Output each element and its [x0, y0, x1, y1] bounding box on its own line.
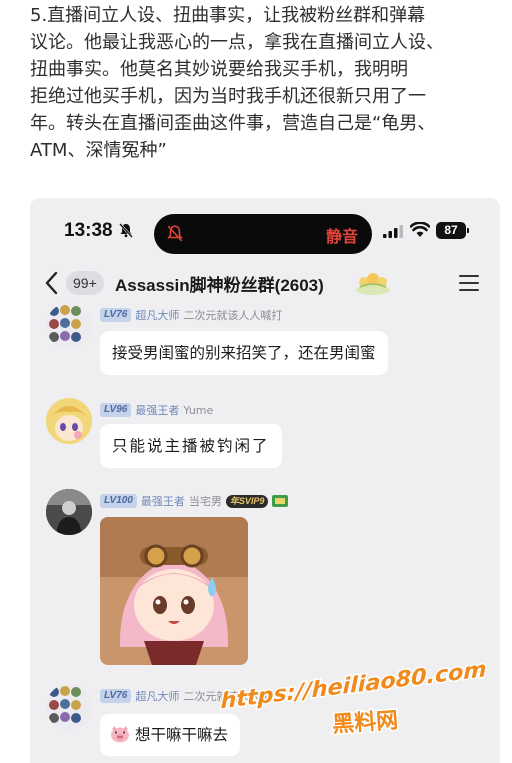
level-tag: LV76 — [100, 689, 132, 703]
avatar-badges-image — [49, 305, 81, 342]
unread-count-badge[interactable]: 99+ — [66, 271, 104, 295]
article-line: 议论。他最让我恶心的一点，拿我在直播间立人设、 — [30, 32, 444, 53]
sender-meta: LV96 最强王者 Yume — [100, 402, 213, 418]
message-text: 想干嘛干嘛去 — [134, 726, 228, 744]
back-arrow-icon[interactable] — [44, 270, 60, 296]
article-line: 拒绝过他买手机，因为当时我手机还很新只用了一 — [30, 86, 426, 107]
group-emblem-icon — [356, 273, 390, 295]
image-message[interactable] — [100, 517, 248, 665]
chat-header: 99+ Assassin脚神粉丝群(2603) — [30, 264, 500, 304]
pig-emoji-icon — [111, 726, 129, 743]
sender-meta: LV76 超凡大师 二次元就该人人喊打 — [100, 307, 282, 323]
article-line: 扭曲事实。他莫名其妙说要给我买手机，我明明 — [30, 59, 408, 80]
article-text: 5.直播间立人设、扭曲事实，让我被粉丝群和弹幕 议论。他最让我恶心的一点，拿我在… — [30, 2, 500, 164]
chat-message: LV96 最强王者 Yume 只能说主播被钓闲了 — [30, 398, 500, 478]
dynamic-island: 静音 — [154, 214, 372, 254]
avatar[interactable] — [46, 489, 92, 535]
status-bar: 13:38 静音 87 — [30, 198, 500, 264]
status-time: 13:38 — [64, 220, 113, 241]
message-bubble[interactable]: 想干嘛干嘛去 — [100, 714, 240, 756]
sender-nickname[interactable]: Yume — [183, 404, 213, 417]
avatar[interactable] — [46, 398, 92, 444]
article-line: 年。转头在直播间歪曲这件事，营造自己是“龟男、 — [30, 113, 436, 134]
avatar[interactable] — [46, 303, 92, 349]
chat-message: LV76 超凡大师 二次元就该人人喊打 接受男闺蜜的别来招笑了，还在男闺蜜 — [30, 303, 500, 383]
silent-bell-icon — [119, 223, 133, 238]
chat-message: LV100 最强王者 当宅男 年SVIP9 — [30, 489, 500, 674]
level-tag: LV100 — [100, 494, 137, 508]
svip-badge: 年SVIP9 — [225, 494, 269, 508]
signal-icon — [383, 225, 403, 238]
flag-badge-icon — [272, 495, 289, 507]
article-line: ATM、深情冤种” — [30, 140, 167, 161]
silent-bell-icon — [167, 225, 183, 242]
menu-icon[interactable] — [458, 273, 480, 293]
sender-meta: LV100 最强王者 当宅男 年SVIP9 — [100, 493, 289, 509]
article-line: 5.直播间立人设、扭曲事实，让我被粉丝群和弹幕 — [30, 5, 426, 26]
level-tag: LV96 — [100, 403, 132, 417]
rank-title: 最强王者 — [140, 495, 185, 508]
mute-label: 静音 — [325, 227, 358, 246]
watermark-logo: https://heiliao80.com 黑料网 — [220, 660, 488, 738]
level-tag: LV76 — [100, 308, 132, 322]
rank-title: 超凡大师 — [135, 690, 180, 703]
avatar-photo-image — [46, 489, 92, 535]
avatar-badges-image — [49, 686, 81, 723]
svg-text:https://heiliao80.com: https://heiliao80.com — [220, 660, 486, 714]
anime-character-sticker-image — [100, 517, 248, 665]
group-title[interactable]: Assassin脚神粉丝群(2603) — [115, 271, 324, 296]
svg-text:黑料网: 黑料网 — [331, 708, 399, 738]
rank-title: 最强王者 — [135, 404, 180, 417]
message-bubble[interactable]: 只能说主播被钓闲了 — [100, 424, 282, 468]
rank-title: 超凡大师 — [135, 309, 180, 322]
avatar[interactable] — [46, 684, 92, 730]
sender-nickname[interactable]: 二次元就该人人喊打 — [183, 307, 282, 323]
wifi-icon — [410, 222, 430, 237]
sender-nickname[interactable]: 当宅男 — [189, 493, 222, 509]
battery-tip — [467, 228, 469, 233]
avatar-anime-image — [46, 398, 92, 444]
battery-level: 87 — [436, 222, 466, 239]
message-bubble[interactable]: 接受男闺蜜的别来招笑了，还在男闺蜜 — [100, 331, 388, 375]
